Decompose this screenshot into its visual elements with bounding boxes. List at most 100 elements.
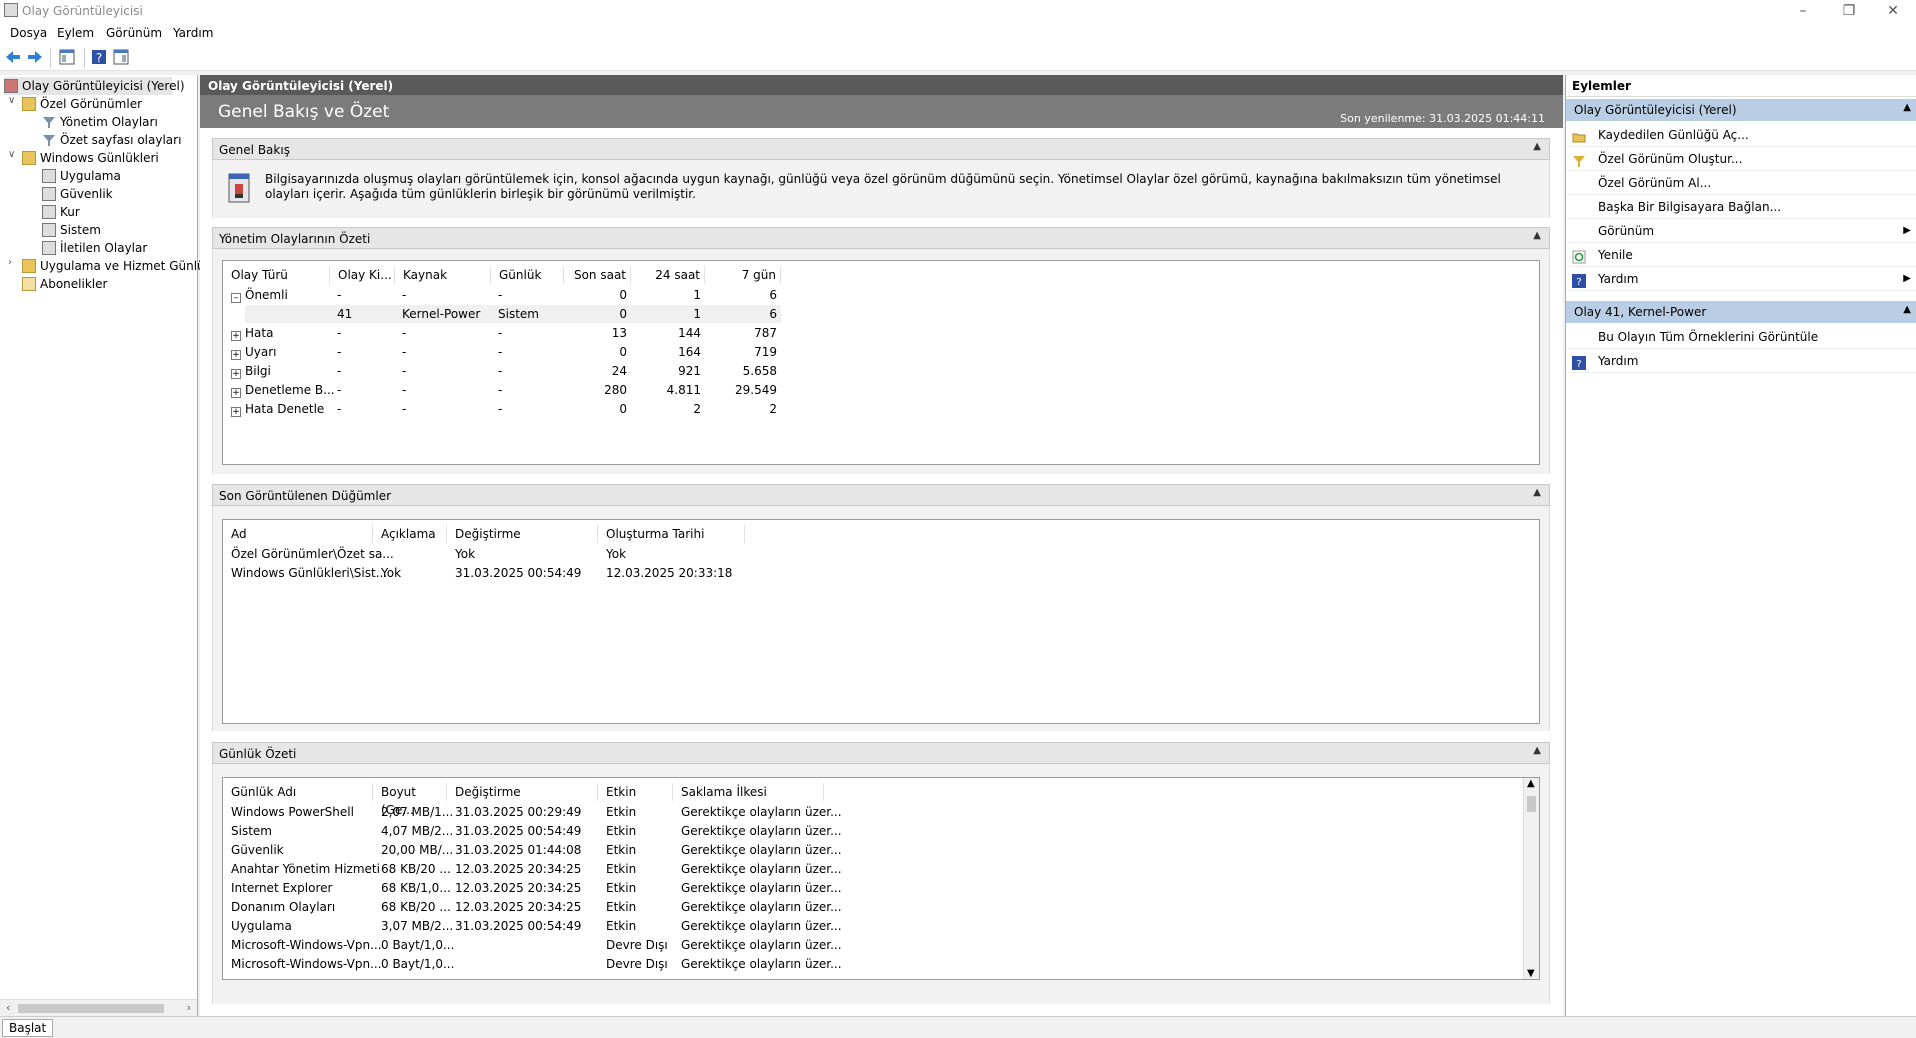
log-summary-vertical-scrollbar[interactable]: ▲ ▼ — [1523, 778, 1539, 979]
action-pane-icon[interactable] — [112, 48, 130, 66]
collapse-caret-icon[interactable]: ▲ — [1533, 487, 1541, 498]
scrollbar-thumb[interactable] — [18, 1004, 164, 1013]
scroll-down-icon[interactable]: ▼ — [1527, 968, 1535, 979]
expand-arrow-icon[interactable]: › — [8, 257, 12, 268]
scroll-left-icon[interactable]: ‹ — [6, 1001, 10, 1014]
menu-file[interactable]: Dosya — [10, 26, 47, 40]
tree-item-summary-events[interactable]: Özet sayfası olayları — [42, 131, 181, 149]
menu-help[interactable]: Yardım — [173, 26, 213, 40]
expand-box-icon[interactable]: + — [231, 388, 241, 398]
column-header[interactable]: Ad — [223, 525, 373, 543]
action-refresh[interactable]: Yenile — [1566, 243, 1916, 267]
collapse-caret-icon[interactable]: ▲ — [1903, 304, 1911, 315]
console-tree-icon[interactable] — [58, 48, 76, 66]
column-header[interactable]: Son saat — [564, 266, 631, 284]
log-row-name[interactable]: Güvenlik — [231, 841, 284, 859]
column-header[interactable]: Boyut (Ge... — [373, 783, 447, 817]
column-header[interactable]: Değiştirme — [447, 525, 598, 543]
collapse-caret-icon[interactable]: ▲ — [1533, 141, 1541, 152]
column-header[interactable]: Olay Türü — [223, 266, 330, 284]
column-header[interactable]: Kaynak — [395, 266, 491, 284]
scroll-up-icon[interactable]: ▲ — [1527, 778, 1535, 789]
log-row-name[interactable]: Sistem — [231, 822, 272, 840]
column-header[interactable]: 24 saat — [631, 266, 705, 284]
menu-view[interactable]: Görünüm — [106, 26, 162, 40]
tree-item-root[interactable]: Olay Görüntüleyicisi (Yerel) — [4, 77, 185, 95]
close-button[interactable]: ✕ — [1870, 0, 1916, 22]
action-open-saved-log[interactable]: Kaydedilen Günlüğü Aç... — [1566, 123, 1916, 147]
recent-row-name[interactable]: Özel Görünümler\Özet sa... — [231, 545, 394, 563]
tree-item-admin-events[interactable]: Yönetim Olayları — [42, 113, 158, 131]
forward-arrow-icon[interactable] — [26, 48, 44, 66]
log-row-name[interactable]: Microsoft-Windows-Vpn... — [231, 936, 382, 954]
table-cell: 6 — [769, 307, 777, 321]
collapse-caret-icon[interactable]: ▲ — [1903, 102, 1911, 113]
column-header[interactable]: Etkin — [598, 783, 673, 801]
table-row-warning[interactable]: + Uyarı — [231, 343, 277, 361]
table-row-info[interactable]: + Bilgi — [231, 362, 271, 380]
scroll-right-icon[interactable]: › — [187, 1001, 191, 1014]
column-header[interactable]: Oluşturma Tarihi — [598, 525, 745, 543]
column-header[interactable]: Günlük Adı — [223, 783, 373, 801]
action-create-custom-view[interactable]: Özel Görünüm Oluştur... — [1566, 147, 1916, 171]
recent-row-name[interactable]: Windows Günlükleri\Sist... — [231, 564, 387, 582]
back-arrow-icon[interactable] — [4, 48, 22, 66]
help-icon[interactable]: ? — [90, 48, 108, 66]
table-cell: Yok — [455, 547, 476, 561]
tree-horizontal-scrollbar[interactable]: ‹ › — [0, 999, 197, 1016]
expand-box-icon[interactable]: + — [231, 407, 241, 417]
admin-summary-section-header[interactable]: Yönetim Olaylarının Özeti ▲ — [212, 227, 1550, 249]
collapse-box-icon[interactable]: – — [231, 293, 241, 303]
help-icon: ? — [1572, 272, 1586, 288]
column-header[interactable]: 7 gün — [705, 266, 781, 284]
expand-box-icon[interactable]: + — [231, 369, 241, 379]
column-header[interactable]: Günlük — [491, 266, 564, 284]
action-help[interactable]: ? Yardım ▶ — [1566, 267, 1916, 291]
tree-item-custom-views[interactable]: Özel Görünümler — [22, 95, 142, 113]
collapse-caret-icon[interactable]: ▲ — [1533, 745, 1541, 756]
maximize-button[interactable]: ❐ — [1826, 0, 1872, 22]
expand-box-icon[interactable]: + — [231, 331, 241, 341]
actions-group-local[interactable]: Olay Görüntüleyicisi (Yerel) ▲ — [1566, 99, 1916, 121]
action-import-custom-view[interactable]: Özel Görünüm Al... — [1566, 171, 1916, 195]
action-view[interactable]: Görünüm ▶ — [1566, 219, 1916, 243]
log-summary-section-header[interactable]: Günlük Özeti ▲ — [212, 742, 1550, 764]
log-row-name[interactable]: Windows PowerShell — [231, 803, 354, 821]
recent-nodes-section-header[interactable]: Son Görüntülenen Düğümler ▲ — [212, 484, 1550, 506]
tree-item-forwarded[interactable]: İletilen Olaylar — [42, 239, 147, 257]
actions-group-event[interactable]: Olay 41, Kernel-Power ▲ — [1566, 301, 1916, 323]
collapse-caret-icon[interactable]: ▲ — [1533, 230, 1541, 241]
log-row-name[interactable]: Anahtar Yönetim Hizmeti — [231, 860, 380, 878]
tree-item-windows-logs[interactable]: Windows Günlükleri — [22, 149, 159, 167]
scrollbar-thumb[interactable] — [1527, 796, 1536, 812]
table-cell: Kernel-Power — [402, 307, 481, 321]
collapse-arrow-icon[interactable]: ∨ — [8, 149, 15, 160]
overview-section-header[interactable]: Genel Bakış ▲ — [212, 138, 1550, 160]
tree-item-setup[interactable]: Kur — [42, 203, 80, 221]
log-row-name[interactable]: Microsoft-Windows-Vpn... — [231, 955, 382, 973]
tree-item-security[interactable]: Güvenlik — [42, 185, 113, 203]
log-row-name[interactable]: Uygulama — [231, 917, 292, 935]
column-header[interactable]: Değiştirme — [447, 783, 598, 801]
table-row-audit-success[interactable]: + Denetleme B... — [231, 381, 335, 399]
table-cell: 12.03.2025 20:34:25 — [455, 881, 582, 895]
table-row-audit-failure[interactable]: + Hata Denetle — [231, 400, 324, 418]
table-row-error[interactable]: + Hata — [231, 324, 273, 342]
table-row-critical[interactable]: – Önemli — [231, 286, 288, 304]
tree-item-app-services[interactable]: Uygulama ve Hizmet Günlük — [22, 257, 212, 275]
log-row-name[interactable]: Internet Explorer — [231, 879, 332, 897]
collapse-arrow-icon[interactable]: ∨ — [8, 95, 15, 106]
log-row-name[interactable]: Donanım Olayları — [231, 898, 335, 916]
action-connect-computer[interactable]: Başka Bir Bilgisayara Bağlan... — [1566, 195, 1916, 219]
minimize-button[interactable]: – — [1780, 0, 1826, 22]
tree-item-subscriptions[interactable]: Abonelikler — [22, 275, 107, 293]
action-view-all-instances[interactable]: Bu Olayın Tüm Örneklerini Görüntüle — [1566, 325, 1916, 349]
column-header[interactable]: Saklama İlkesi — [673, 783, 824, 801]
expand-box-icon[interactable]: + — [231, 350, 241, 360]
menu-action[interactable]: Eylem — [57, 26, 94, 40]
tree-item-system[interactable]: Sistem — [42, 221, 101, 239]
column-header[interactable]: Olay Ki... — [330, 266, 395, 284]
tree-item-application[interactable]: Uygulama — [42, 167, 121, 185]
action-event-help[interactable]: ? Yardım — [1566, 349, 1916, 373]
column-header[interactable]: Açıklama — [373, 525, 447, 543]
